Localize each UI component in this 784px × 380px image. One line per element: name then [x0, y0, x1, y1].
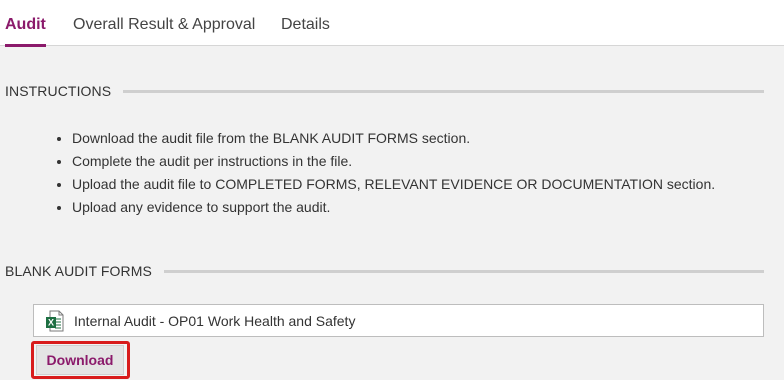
tab-audit-label: Audit — [5, 16, 46, 33]
tab-details[interactable]: Details — [281, 0, 330, 46]
tab-bar: Audit Overall Result & Approval Details — [0, 0, 784, 47]
tab-details-label: Details — [281, 16, 330, 33]
tab-overall-result-approval[interactable]: Overall Result & Approval — [73, 0, 255, 46]
instruction-item: Download the audit file from the BLANK A… — [72, 127, 715, 150]
instruction-item: Complete the audit per instructions in t… — [72, 150, 715, 173]
section-divider — [123, 89, 764, 93]
tab-audit[interactable]: Audit — [5, 0, 46, 47]
instruction-item: Upload any evidence to support the audit… — [72, 196, 715, 219]
svg-text:X: X — [48, 317, 54, 327]
audit-file-name: Internal Audit - OP01 Work Health and Sa… — [74, 312, 356, 329]
section-divider — [163, 269, 764, 273]
download-button[interactable]: Download — [36, 345, 124, 375]
instructions-header: INSTRUCTIONS — [5, 81, 764, 101]
active-tab-indicator — [5, 44, 46, 47]
tab-overall-result-label: Overall Result & Approval — [73, 16, 256, 33]
audit-file-item[interactable]: X Internal Audit - OP01 Work Health and … — [33, 304, 764, 337]
blank-audit-forms-title: BLANK AUDIT FORMS — [5, 263, 152, 279]
excel-file-icon: X — [46, 310, 64, 332]
instructions-title: INSTRUCTIONS — [5, 83, 112, 99]
instructions-list: Download the audit file from the BLANK A… — [52, 127, 715, 219]
instruction-item: Upload the audit file to COMPLETED FORMS… — [72, 173, 715, 196]
blank-audit-forms-header: BLANK AUDIT FORMS — [5, 261, 764, 281]
